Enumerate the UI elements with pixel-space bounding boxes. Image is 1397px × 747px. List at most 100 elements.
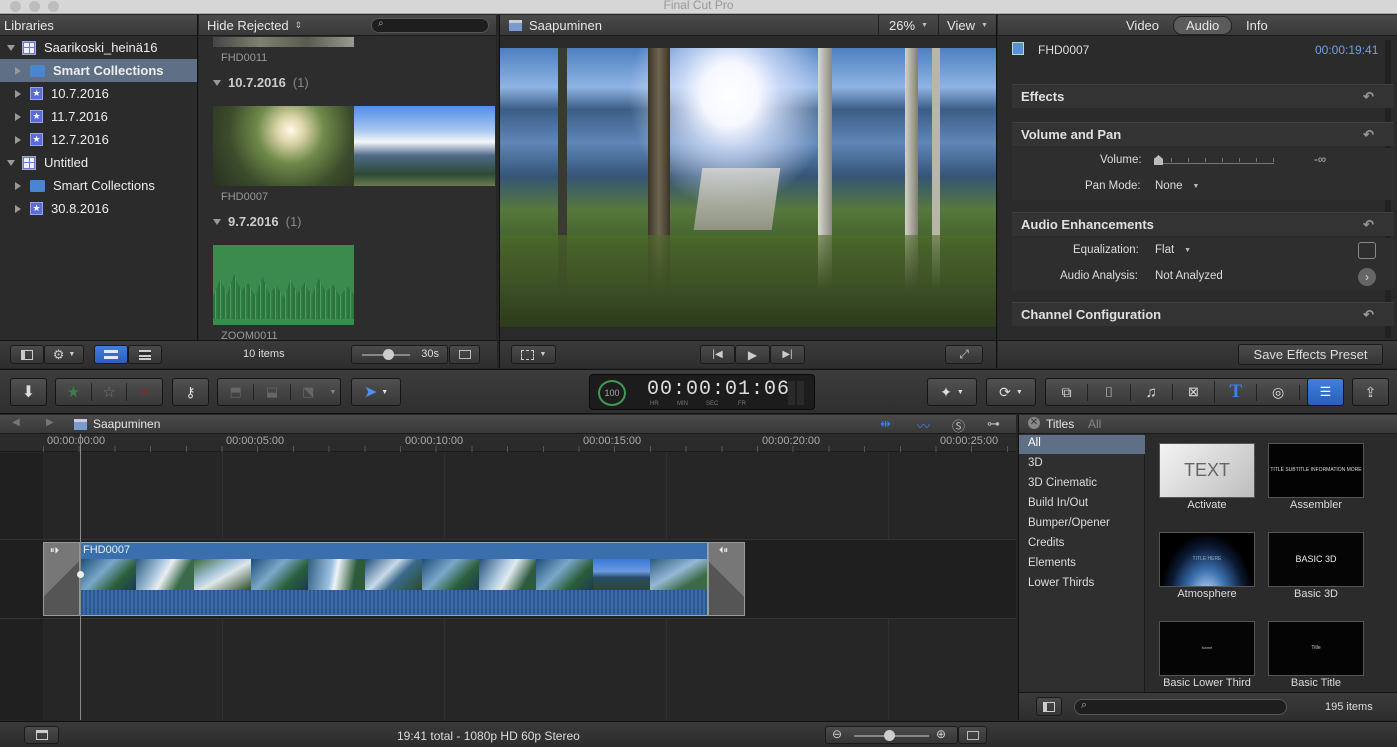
- reject-x-icon[interactable]: ✕: [127, 383, 162, 401]
- toggle-sidebar-button[interactable]: [1036, 697, 1062, 716]
- share-button[interactable]: ⇪: [1352, 378, 1389, 406]
- solo-icon[interactable]: Ⓢ: [952, 416, 965, 435]
- effects-browser-icon[interactable]: ⧉: [1046, 384, 1087, 401]
- title-thumbnail[interactable]: TITLE HERE: [1159, 532, 1255, 587]
- transition-start[interactable]: ⏸⏵: [43, 542, 80, 616]
- slider-knob[interactable]: [1154, 155, 1163, 165]
- snapping-icon[interactable]: ⊶: [987, 416, 1000, 432]
- sidebar-item-library[interactable]: Untitled: [0, 151, 197, 174]
- inspector-toggle-button[interactable]: ☰: [1307, 378, 1344, 406]
- title-category-item[interactable]: 3D Cinematic: [1028, 477, 1097, 489]
- disclosure-triangle-icon[interactable]: [15, 66, 21, 75]
- dashboard-timecode[interactable]: 100 00:00:01:06 HR MIN SEC FR: [589, 374, 815, 410]
- append-clip-icon[interactable]: ⬔: [291, 384, 326, 400]
- date-group-header-1[interactable]: 10.7.2016 (1): [213, 75, 309, 90]
- sidebar-item-event[interactable]: ★ 10.7.2016: [0, 82, 197, 105]
- clip-duration-slider[interactable]: 30s: [351, 345, 448, 364]
- channel-config-section[interactable]: Channel Configuration ↶: [1012, 302, 1394, 326]
- forward-arrow-icon[interactable]: ▶: [46, 417, 54, 428]
- analysis-arrow-icon[interactable]: ›: [1358, 268, 1376, 286]
- title-thumbnail[interactable]: TITLE SUBTITLE INFORMATION MORE: [1268, 443, 1364, 498]
- viewer-image[interactable]: [500, 48, 996, 327]
- zoom-out-icon[interactable]: ⊖: [832, 727, 842, 741]
- browser-search-field[interactable]: ⌕: [371, 18, 489, 33]
- insert-clip-icon[interactable]: ⬓: [253, 384, 291, 400]
- chevron-down-icon[interactable]: ▼: [326, 389, 340, 396]
- back-arrow-icon[interactable]: ◀: [12, 417, 20, 428]
- date-group-header-2[interactable]: 9.7.2016 (1): [213, 214, 302, 229]
- close-window-button[interactable]: [10, 1, 21, 12]
- connect-clip-icon[interactable]: ⬒: [218, 384, 253, 400]
- list-view-button[interactable]: [128, 345, 162, 364]
- eq-graph-button[interactable]: [1358, 242, 1376, 259]
- previous-frame-button[interactable]: |◀: [700, 345, 735, 364]
- sidebar-item-event[interactable]: ★ 11.7.2016: [0, 105, 197, 128]
- title-category-item[interactable]: Elements: [1028, 557, 1076, 569]
- disclosure-triangle-icon[interactable]: [15, 204, 21, 213]
- zoom-dropdown[interactable]: 26% ▼: [878, 15, 938, 36]
- clip-filmstrip-fhd0007[interactable]: [213, 106, 495, 186]
- reset-icon[interactable]: ↶: [1363, 127, 1374, 143]
- transition-end[interactable]: ⏴⏸: [708, 542, 745, 616]
- retime-button[interactable]: ⟳ ▼: [986, 378, 1036, 406]
- title-category-item[interactable]: Credits: [1028, 537, 1064, 549]
- title-category-item[interactable]: Lower Thirds: [1028, 577, 1094, 589]
- timeline-ruler[interactable]: [0, 434, 1016, 452]
- next-frame-button[interactable]: ▶|: [770, 345, 805, 364]
- audio-skimming-icon[interactable]: 〰: [917, 416, 930, 435]
- minimize-window-button[interactable]: [29, 1, 40, 12]
- disclosure-triangle-icon[interactable]: [15, 181, 21, 190]
- fullscreen-button[interactable]: ⤢: [945, 345, 983, 364]
- unrate-star-icon[interactable]: ☆: [90, 383, 128, 401]
- title-thumbnail[interactable]: TEXT: [1159, 443, 1255, 498]
- favorite-star-icon[interactable]: ★: [56, 383, 91, 401]
- title-thumbnail[interactable]: Title: [1268, 621, 1364, 676]
- tab-video[interactable]: Video: [1126, 18, 1159, 33]
- keyword-button[interactable]: ⚷: [172, 378, 209, 406]
- zoom-in-icon[interactable]: ⊕: [936, 727, 946, 741]
- timeline-index-button[interactable]: [24, 726, 59, 744]
- zoom-window-button[interactable]: [48, 1, 59, 12]
- filmstrip-view-button[interactable]: [94, 345, 128, 364]
- slider-knob[interactable]: [383, 349, 394, 360]
- clip-thumb-fhd0011[interactable]: [213, 37, 354, 47]
- audio-enhancements-section[interactable]: Audio Enhancements ↶: [1012, 212, 1394, 236]
- sidebar-item-library[interactable]: Saarikoski_heinä16: [0, 36, 197, 59]
- sidebar-item-folder[interactable]: Smart Collections: [0, 174, 197, 197]
- tab-audio[interactable]: Audio: [1173, 16, 1233, 35]
- camera-icon[interactable]: ⌷: [1087, 383, 1129, 401]
- skimming-icon[interactable]: ⇹: [880, 416, 891, 432]
- title-category-item[interactable]: All: [1028, 437, 1041, 449]
- enhancements-button[interactable]: ✦ ▼: [927, 378, 977, 406]
- title-category-item[interactable]: Build In/Out: [1028, 497, 1088, 509]
- timeline-zoom-slider[interactable]: ⊖ ⊕: [825, 726, 958, 744]
- sidebar-item-event[interactable]: ★ 30.8.2016: [0, 197, 197, 220]
- view-menu[interactable]: View ▼: [938, 15, 996, 36]
- tool-select-button[interactable]: ➤ ▼: [351, 378, 401, 406]
- clip-appearance-timeline-button[interactable]: [958, 726, 987, 744]
- sidebar-item-event[interactable]: ★ 12.7.2016: [0, 128, 197, 151]
- save-effects-preset-button[interactable]: Save Effects Preset: [1238, 344, 1383, 365]
- import-button[interactable]: ⬇: [10, 378, 47, 406]
- reset-icon[interactable]: ↶: [1363, 217, 1374, 233]
- equalization-popup[interactable]: Flat ▼: [1155, 244, 1191, 256]
- disclosure-triangle-icon[interactable]: [7, 159, 15, 166]
- reset-icon[interactable]: ↶: [1363, 89, 1374, 105]
- transform-menu-button[interactable]: ▼: [511, 345, 556, 364]
- music-note-icon[interactable]: ♫: [1129, 383, 1172, 401]
- pan-mode-popup[interactable]: None ▼: [1155, 180, 1199, 192]
- toggle-library-button[interactable]: [10, 345, 44, 364]
- generators-icon[interactable]: ◎: [1256, 383, 1298, 401]
- audio-clip-zoom0011[interactable]: [213, 245, 354, 325]
- hide-rejected-filter[interactable]: Hide Rejected ⇕: [207, 18, 302, 33]
- title-thumbnail[interactable]: Name: [1159, 621, 1255, 676]
- disclosure-triangle-icon[interactable]: [15, 89, 21, 98]
- effects-section[interactable]: Effects ↶: [1012, 84, 1394, 108]
- titles-search-field[interactable]: ⌕: [1074, 699, 1287, 715]
- disclosure-triangle-icon[interactable]: [15, 112, 21, 121]
- zoom-knob[interactable]: [884, 730, 895, 741]
- close-browser-icon[interactable]: ✕: [1028, 417, 1040, 429]
- title-category-item[interactable]: 3D: [1028, 457, 1043, 469]
- action-menu-button[interactable]: ⚙ ▼: [44, 345, 84, 364]
- titles-t-icon[interactable]: T: [1214, 381, 1256, 403]
